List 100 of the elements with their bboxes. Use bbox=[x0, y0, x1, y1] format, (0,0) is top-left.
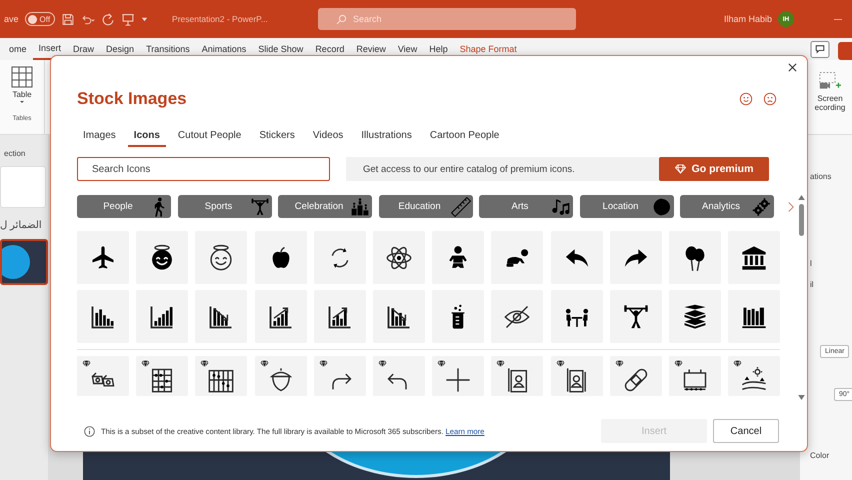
music-notes-icon bbox=[551, 196, 571, 216]
icon-tile[interactable] bbox=[610, 356, 662, 396]
category-chip[interactable]: Sports bbox=[178, 195, 272, 218]
icon-tile[interactable] bbox=[77, 290, 129, 343]
dialog-button[interactable]: Cancel bbox=[713, 419, 779, 443]
icon-tile[interactable] bbox=[372, 356, 425, 396]
category-chip[interactable]: People bbox=[77, 195, 171, 218]
ribbon-tab[interactable]: Draw bbox=[67, 42, 100, 60]
icon-tile[interactable] bbox=[491, 290, 544, 343]
icon-tile[interactable] bbox=[550, 356, 602, 396]
icon-tile[interactable] bbox=[372, 290, 425, 343]
category-tab[interactable]: Videos bbox=[306, 130, 350, 147]
ribbon-tab[interactable]: Design bbox=[100, 42, 140, 60]
icon-tile[interactable] bbox=[314, 290, 366, 343]
icon-tile[interactable] bbox=[254, 356, 307, 396]
icon-tile[interactable] bbox=[668, 356, 721, 396]
icon-tile[interactable] bbox=[372, 231, 425, 284]
ribbon-tab[interactable]: Animations bbox=[196, 42, 252, 60]
category-chip[interactable]: Analytics bbox=[680, 195, 774, 218]
scroll-up-icon[interactable] bbox=[798, 195, 804, 200]
icon-tile[interactable] bbox=[314, 231, 366, 284]
icon-tile[interactable] bbox=[550, 231, 602, 284]
diamond-icon bbox=[141, 360, 150, 368]
table-button[interactable]: Table bbox=[11, 66, 33, 105]
table-icon bbox=[11, 66, 33, 88]
category-tab[interactable]: Cutout People bbox=[172, 130, 248, 147]
document-title: Presentation2 - PowerP... bbox=[172, 14, 268, 24]
icon-tile[interactable] bbox=[314, 356, 366, 396]
save-icon[interactable] bbox=[61, 12, 76, 26]
diamond-icon bbox=[556, 360, 564, 368]
icon-tile[interactable] bbox=[491, 231, 544, 284]
search-field[interactable]: Search Icons bbox=[77, 157, 330, 181]
icon-tile[interactable] bbox=[432, 231, 484, 284]
icon-tile[interactable] bbox=[77, 231, 129, 284]
category-tab[interactable]: Cartoon People bbox=[424, 130, 506, 147]
icon-tile[interactable] bbox=[254, 231, 307, 284]
diamond-icon bbox=[733, 360, 742, 368]
presentation-icon[interactable] bbox=[121, 12, 136, 26]
icon-tile[interactable] bbox=[728, 290, 780, 343]
comments-icon[interactable] bbox=[810, 41, 830, 58]
chevron-right-icon[interactable] bbox=[786, 200, 794, 212]
icon-tile[interactable] bbox=[254, 290, 307, 343]
icon-tile[interactable] bbox=[136, 231, 188, 284]
go-premium-button[interactable]: Go premium bbox=[659, 157, 769, 181]
scroll-down-icon[interactable] bbox=[798, 395, 804, 400]
diamond-icon bbox=[82, 360, 91, 368]
icon-tile[interactable] bbox=[668, 231, 721, 284]
ribbon-tab[interactable]: View bbox=[392, 42, 424, 60]
category-tab[interactable]: Illustrations bbox=[355, 130, 418, 147]
category-tab[interactable]: Icons bbox=[128, 130, 166, 147]
category-chip[interactable]: Education bbox=[378, 195, 472, 218]
diamond-icon bbox=[437, 360, 446, 368]
icon-tile[interactable] bbox=[77, 356, 129, 396]
icon-tile[interactable] bbox=[432, 290, 484, 343]
category-chip[interactable]: Arts bbox=[479, 195, 573, 218]
redo-icon[interactable] bbox=[101, 12, 116, 26]
ribbon-tab[interactable]: Shape Format bbox=[454, 42, 523, 60]
icon-tile[interactable] bbox=[432, 356, 484, 396]
caret-icon[interactable] bbox=[141, 16, 148, 22]
search-icon bbox=[336, 14, 347, 24]
icon-tile[interactable] bbox=[610, 290, 662, 343]
diamond-icon bbox=[260, 360, 269, 368]
category-tab[interactable]: Stickers bbox=[253, 130, 301, 147]
screen-recording-button[interactable]: Screen ecording bbox=[808, 60, 852, 134]
icon-tile[interactable] bbox=[136, 356, 188, 396]
ribbon-tab[interactable]: Help bbox=[423, 42, 454, 60]
category-tab[interactable]: Images bbox=[77, 130, 122, 147]
ribbon-tab[interactable]: Record bbox=[309, 42, 350, 60]
search-field[interactable]: Search bbox=[318, 8, 576, 30]
dialog-title: Stock Images bbox=[77, 89, 187, 109]
user-name: Ilham Habib bbox=[724, 14, 772, 24]
category-chip[interactable]: Celebration bbox=[278, 195, 372, 218]
smile-icon[interactable] bbox=[739, 92, 753, 106]
icon-tile[interactable] bbox=[491, 356, 544, 396]
category-chip[interactable]: Location bbox=[580, 195, 674, 218]
diamond-icon bbox=[674, 164, 686, 174]
ribbon-tab[interactable]: Slide Show bbox=[252, 42, 310, 60]
option-label: l bbox=[809, 259, 812, 268]
section-card bbox=[0, 166, 46, 208]
ribbon-tab[interactable]: ome bbox=[3, 42, 33, 60]
icon-tile[interactable] bbox=[195, 231, 248, 284]
frown-icon[interactable] bbox=[763, 92, 777, 106]
autosave-toggle[interactable]: Off bbox=[24, 12, 56, 26]
ribbon-tab[interactable]: Review bbox=[350, 42, 392, 60]
ribbon-tab[interactable]: Transitions bbox=[140, 42, 196, 60]
icon-tile[interactable] bbox=[550, 290, 602, 343]
icon-tile[interactable] bbox=[195, 356, 248, 396]
icon-tile[interactable] bbox=[195, 290, 248, 343]
diamond-icon bbox=[674, 360, 683, 368]
color-label: Color bbox=[809, 451, 830, 460]
autosave-label: ave bbox=[4, 14, 19, 24]
icon-tile[interactable] bbox=[728, 231, 780, 284]
icon-tile[interactable] bbox=[668, 290, 721, 343]
gears-icon bbox=[752, 196, 772, 216]
icon-tile[interactable] bbox=[728, 356, 780, 396]
slide-thumbnail[interactable] bbox=[0, 239, 48, 285]
icon-tile[interactable] bbox=[136, 290, 188, 343]
scrollbar[interactable] bbox=[797, 195, 805, 400]
minimize-button[interactable] bbox=[834, 18, 842, 20]
icon-tile[interactable] bbox=[610, 231, 662, 284]
